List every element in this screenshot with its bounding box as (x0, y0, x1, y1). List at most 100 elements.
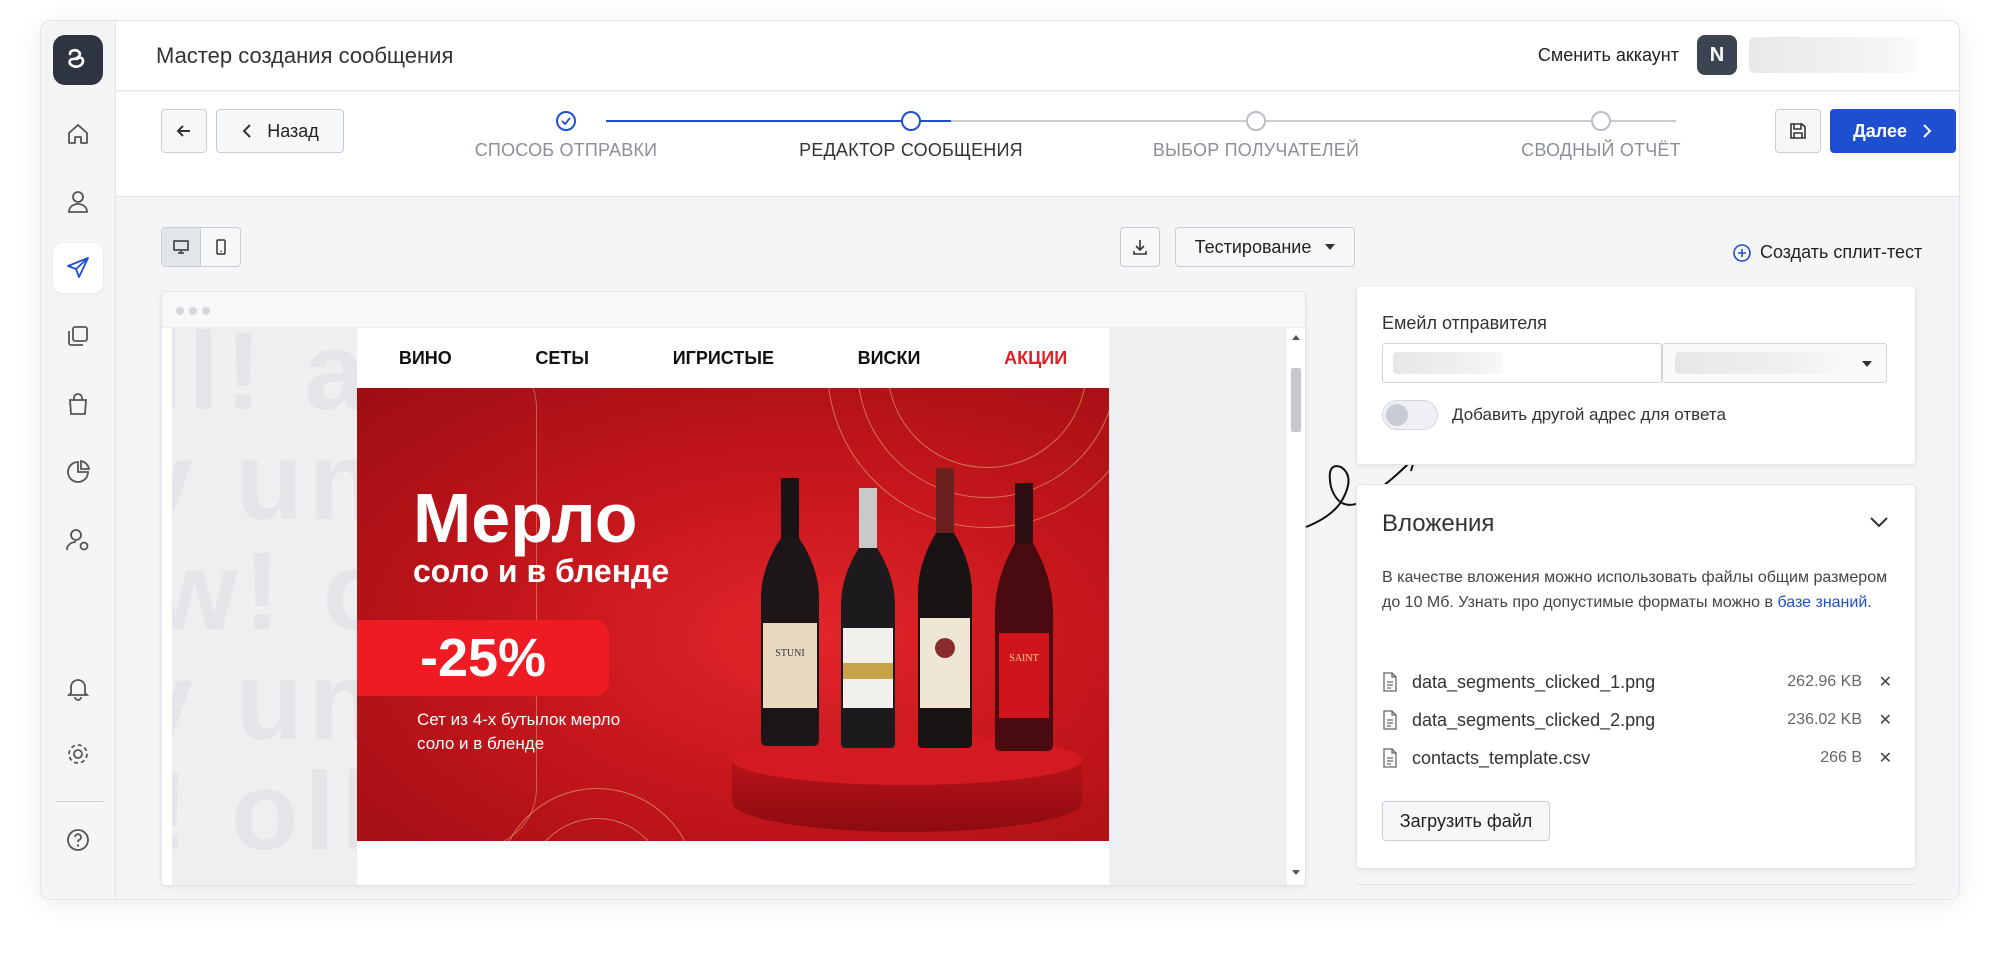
desktop-view-button[interactable] (162, 228, 202, 266)
desktop-icon (173, 240, 189, 254)
scroll-up-icon[interactable] (1289, 332, 1303, 342)
step-progress-done (606, 120, 951, 122)
sender-domain-select[interactable] (1662, 343, 1887, 383)
file-row: contacts_template.csv 266 B ✕ (1382, 743, 1892, 773)
step-3-label[interactable]: ВЫБОР ПОЛУЧАТЕЛЕЙ (1126, 140, 1386, 161)
avatar[interactable]: N (1697, 35, 1737, 75)
decor-frame (357, 388, 537, 841)
next-button-label: Далее (1852, 120, 1908, 141)
nav-help[interactable] (53, 815, 103, 865)
step-1-label[interactable]: СПОСОБ ОТПРАВКИ (441, 140, 691, 161)
sidebar-divider (55, 801, 103, 802)
sender-email-input[interactable] (1382, 343, 1662, 383)
nav-contacts[interactable] (53, 177, 103, 227)
switch-account-link[interactable]: Сменить аккаунт (1538, 45, 1679, 66)
file-name: contacts_template.csv (1412, 747, 1591, 768)
step-3-dot (1246, 111, 1266, 131)
step-2-label[interactable]: РЕДАКТОР СООБЩЕНИЯ (771, 140, 1051, 161)
file-icon (1383, 748, 1397, 768)
menu-item-wine[interactable]: ВИНО (399, 348, 452, 369)
back-button-label: Назад (267, 120, 319, 141)
banner-note: Сет из 4-х бутылок мерло соло и в бленде (417, 710, 621, 753)
back-button[interactable]: Назад (216, 109, 344, 153)
arrow-left-icon (176, 125, 190, 137)
email-preview: ll! all! a y uny un w! ow! w y uny un ! … (161, 291, 1306, 886)
split-test-label: Создать сплит-тест (1760, 242, 1923, 262)
download-icon (1133, 240, 1147, 255)
file-name: data_segments_clicked_1.png (1412, 671, 1656, 692)
wine-bottle-4: SAINT (995, 483, 1053, 751)
chevron-down-icon[interactable] (1868, 515, 1890, 529)
file-size: 266 B (1820, 749, 1862, 766)
nav-analytics[interactable] (53, 447, 103, 497)
menu-item-sale[interactable]: АКЦИИ (1004, 348, 1067, 369)
scroll-down-icon[interactable] (1289, 868, 1303, 878)
knowledge-base-link[interactable]: базе знаний (1777, 594, 1867, 611)
promo-banner[interactable]: Мерло соло и в бленде -25% Сет из 4-х бу… (357, 388, 1109, 841)
save-icon (1790, 123, 1806, 139)
sidebar (41, 21, 116, 899)
plus-circle-icon (1733, 243, 1751, 262)
gear-icon (68, 744, 88, 764)
attachments-panel: Вложения В качестве вложения можно испол… (1356, 484, 1916, 869)
home-icon (68, 124, 88, 144)
download-button[interactable] (1120, 227, 1160, 267)
email-background: ll! all! a y uny un w! ow! w y uny un ! … (172, 328, 1287, 885)
sender-email-label: Емейл отправителя (1382, 313, 1547, 333)
email-card: ВИНО СЕТЫ ИГРИСТЫЕ ВИСКИ АКЦИИ Мерло сол… (357, 328, 1109, 885)
save-button[interactable] (1775, 109, 1821, 153)
discount-badge: -25% (357, 620, 609, 696)
menu-item-sets[interactable]: СЕТЫ (535, 348, 589, 369)
account-name-blurred (1749, 37, 1919, 73)
app-logo[interactable] (53, 35, 103, 85)
nav-settings[interactable] (53, 729, 103, 779)
caret-down-icon (1325, 244, 1336, 250)
remove-file-icon[interactable]: ✕ (1862, 748, 1892, 768)
sender-panel: Емейл отправителя Добавить другой адрес … (1356, 287, 1916, 465)
reply-address-label: Добавить другой адрес для ответа (1452, 405, 1726, 424)
user-gear-icon (66, 529, 89, 551)
nav-notifications[interactable] (53, 663, 103, 713)
step-4-label[interactable]: СВОДНЫЙ ОТЧЁТ (1491, 140, 1711, 161)
nav-shop[interactable] (53, 379, 103, 429)
step-1-done-dot (556, 111, 576, 131)
reply-address-toggle[interactable] (1382, 400, 1438, 430)
testing-dropdown[interactable]: Тестирование (1175, 227, 1355, 267)
attachments-title[interactable]: Вложения (1382, 510, 1494, 538)
banner-subtitle: соло и в бленде (413, 553, 670, 589)
remove-file-icon[interactable]: ✕ (1862, 672, 1892, 692)
next-button[interactable]: Далее (1830, 109, 1956, 153)
create-split-test-link[interactable]: Создать сплит-тест (1732, 242, 1922, 263)
nav-users-settings[interactable] (53, 515, 103, 565)
blurred-text (1675, 352, 1845, 374)
check-icon (561, 117, 571, 126)
file-size: 262.96 KB (1787, 673, 1862, 690)
nav-templates[interactable] (53, 311, 103, 361)
file-icon (1383, 710, 1397, 730)
email-menu: ВИНО СЕТЫ ИГРИСТЫЕ ВИСКИ АКЦИИ (357, 328, 1109, 388)
menu-item-whisky[interactable]: ВИСКИ (858, 348, 921, 369)
mobile-view-button[interactable] (201, 228, 240, 266)
file-row: data_segments_clicked_1.png 262.96 KB ✕ (1382, 667, 1892, 697)
step-progress-pending (951, 120, 1676, 122)
menu-item-sparkling[interactable]: ИГРИСТЫЕ (673, 348, 774, 369)
back-arrow-button[interactable] (161, 109, 207, 153)
bottle-4-label: SAINT (1009, 653, 1038, 664)
wine-bottle-1: STUNI (761, 478, 819, 746)
user-icon (68, 191, 88, 213)
file-size: 236.02 KB (1787, 711, 1862, 728)
preview-scrollbar[interactable] (1289, 332, 1303, 882)
nav-home[interactable] (53, 109, 103, 159)
bell-icon (66, 679, 90, 701)
panel-divider (1356, 884, 1916, 885)
app-window: Мастер создания сообщения Сменить аккаун… (40, 20, 1960, 900)
banner-title: Мерло (413, 479, 638, 557)
upload-file-button[interactable]: Загрузить файл (1382, 801, 1550, 841)
nav-campaigns[interactable] (53, 243, 103, 293)
step-2-current-dot (901, 111, 921, 131)
preview-scroll-thumb[interactable] (1291, 368, 1301, 432)
testing-dropdown-label: Тестирование (1194, 236, 1312, 257)
bag-icon (69, 393, 87, 415)
remove-file-icon[interactable]: ✕ (1862, 710, 1892, 730)
file-name: data_segments_clicked_2.png (1412, 709, 1656, 730)
